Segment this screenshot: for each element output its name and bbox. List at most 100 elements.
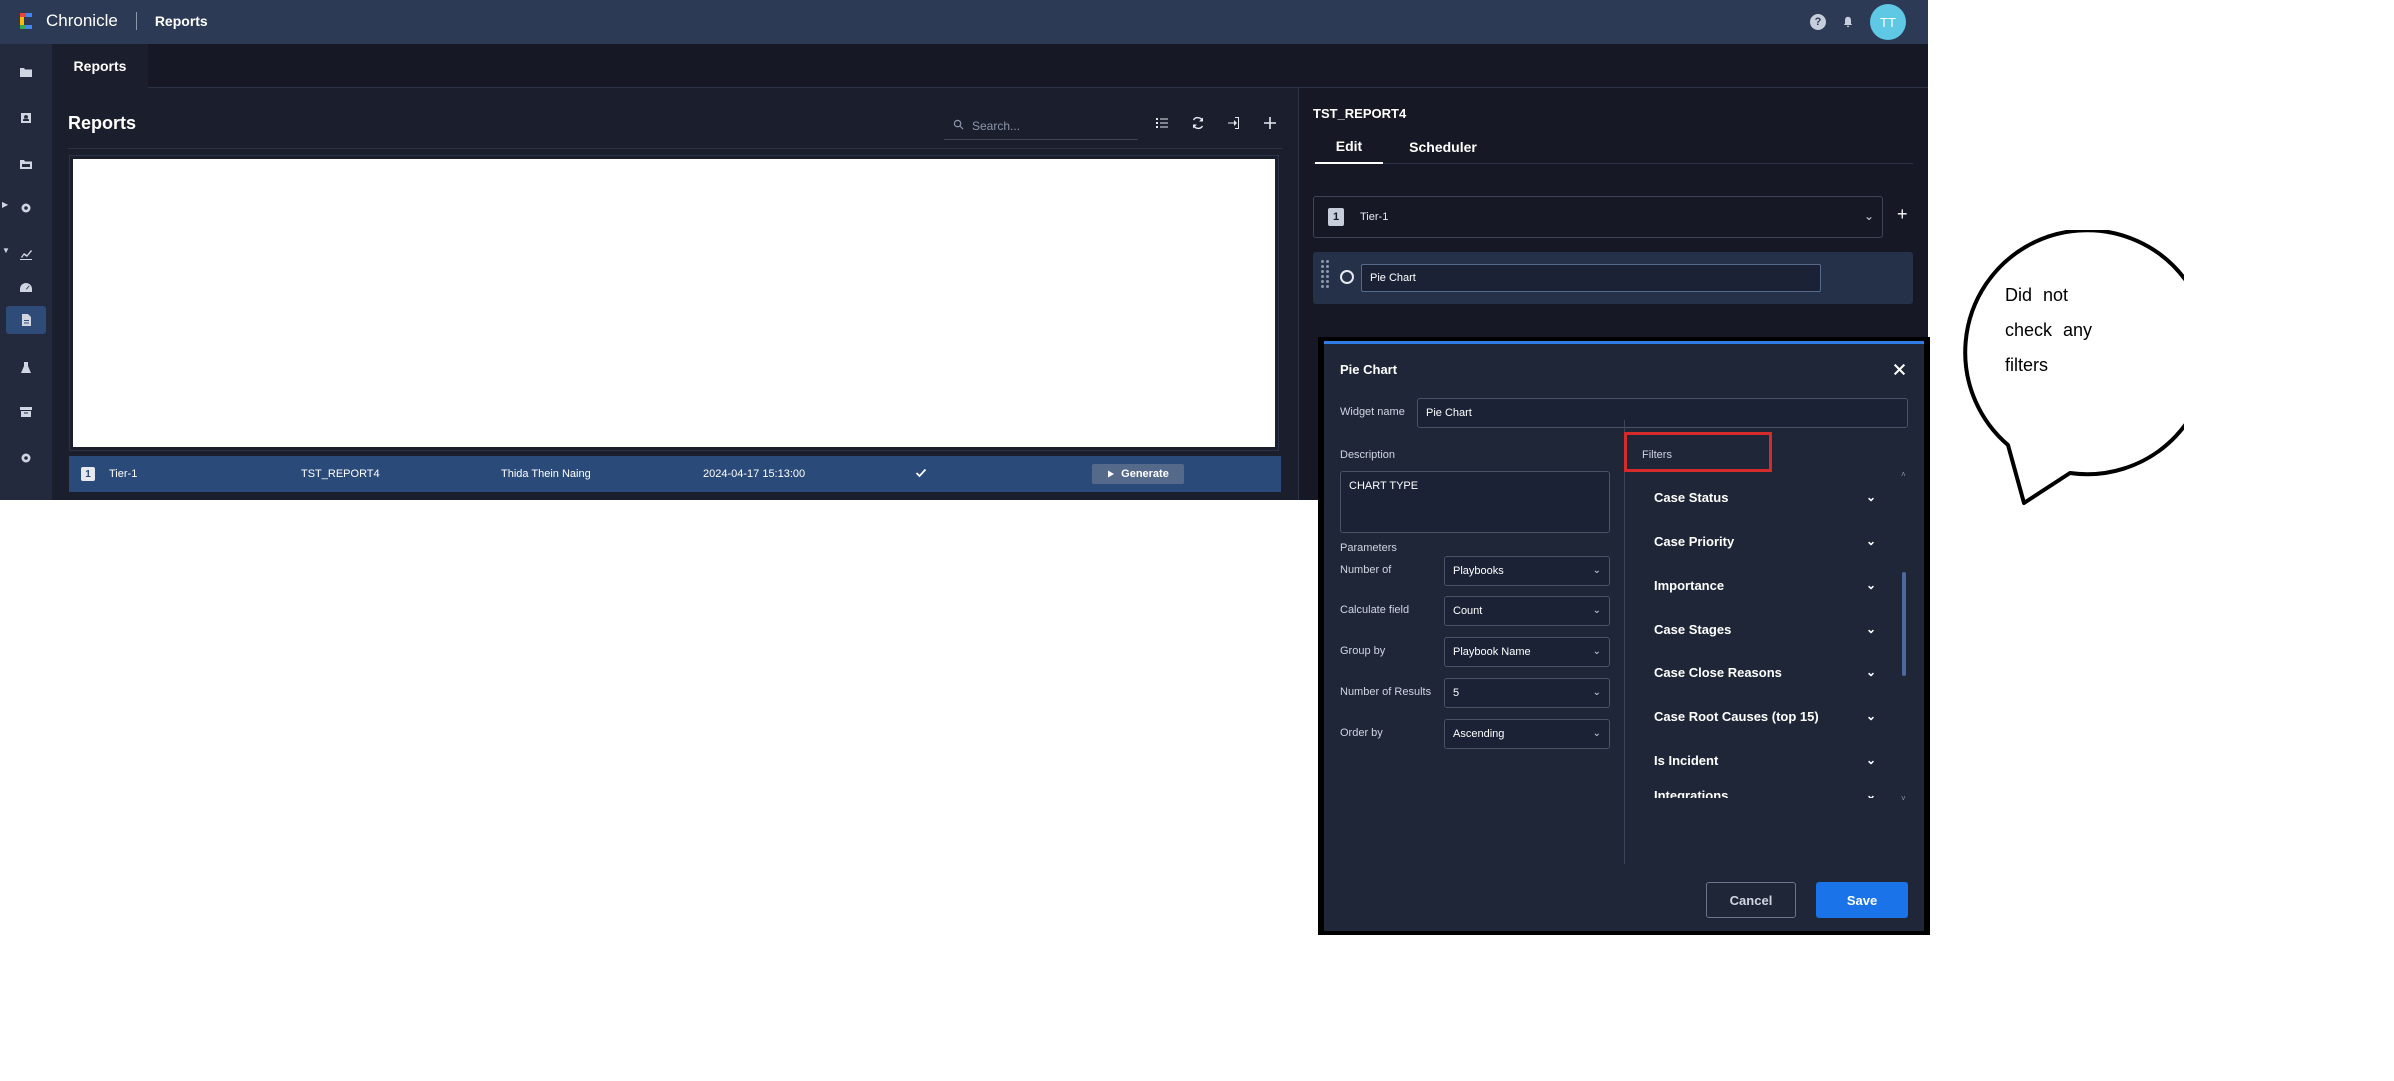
row-date: 2024-04-17 15:13:00 xyxy=(703,468,806,480)
row-tier: Tier-1 xyxy=(109,468,138,480)
widget-row[interactable]: Pie Chart xyxy=(1313,252,1913,304)
chevron-down-icon: ⌄ xyxy=(1866,665,1877,679)
calculate-field-select[interactable]: Count ⌄ xyxy=(1444,596,1610,626)
report-preview-area xyxy=(69,155,1279,451)
generate-button[interactable]: Generate xyxy=(1092,464,1184,484)
tier-dropdown[interactable]: 1 Tier-1 ⌄ xyxy=(1313,196,1883,238)
close-icon[interactable] xyxy=(1893,360,1906,381)
topbar-actions: ? TT xyxy=(1810,4,1906,40)
settings-icon[interactable] xyxy=(6,444,46,472)
modal-title: Pie Chart xyxy=(1340,362,1398,377)
description-textarea[interactable]: CHART TYPE xyxy=(1340,471,1610,533)
chevron-down-icon: ⌄ xyxy=(1866,534,1877,548)
tier-label: Tier-1 xyxy=(1360,211,1389,223)
save-button[interactable]: Save xyxy=(1816,882,1908,918)
filter-label: Integrations xyxy=(1654,788,1729,798)
search-box xyxy=(944,112,1138,140)
tab-edit[interactable]: Edit xyxy=(1315,130,1383,164)
chevron-down-icon: ⌄ xyxy=(1592,687,1601,698)
folder-icon[interactable] xyxy=(6,58,46,86)
row-report-name: TST_REPORT4 xyxy=(301,468,380,480)
param-label: Group by xyxy=(1340,645,1386,657)
drag-handle-icon[interactable] xyxy=(1321,260,1329,296)
reports-title: Reports xyxy=(68,113,137,133)
widget-name-input[interactable]: Pie Chart xyxy=(1417,398,1908,428)
filter-case-stages[interactable]: Case Stages ⌄ xyxy=(1654,619,1894,639)
add-report-icon[interactable] xyxy=(1260,112,1280,134)
divider xyxy=(68,148,1282,149)
brand-separator xyxy=(135,12,137,30)
filter-importance[interactable]: Importance ⌄ xyxy=(1654,575,1894,595)
import-icon[interactable] xyxy=(1224,112,1244,134)
chevron-down-icon: ⌄ xyxy=(1866,753,1877,767)
chevron-down-icon: ⌄ xyxy=(1592,646,1601,657)
filter-case-root-causes[interactable]: Case Root Causes (top 15) ⌄ xyxy=(1654,706,1894,726)
select-value: Playbook Name xyxy=(1453,646,1531,658)
notifications-bell-icon[interactable] xyxy=(1840,14,1856,30)
annotation-text: Did not check any filters xyxy=(2005,278,2145,383)
list-view-icon[interactable] xyxy=(1152,112,1172,134)
filter-case-priority[interactable]: Case Priority ⌄ xyxy=(1654,531,1894,551)
add-tier-icon[interactable]: + xyxy=(1897,204,1908,225)
brand-name: Chronicle xyxy=(46,11,118,30)
chevron-down-icon: ⌄ xyxy=(1592,728,1601,739)
report-row[interactable]: 1 Tier-1 TST_REPORT4 Thida Thein Naing 2… xyxy=(69,456,1281,492)
filter-integrations[interactable]: Integrations ⌄ xyxy=(1654,788,1894,798)
filters-scrollbar[interactable] xyxy=(1902,572,1906,676)
id-badge-icon[interactable] xyxy=(6,104,46,132)
filter-label: Case Status xyxy=(1654,489,1729,505)
select-value: Playbooks xyxy=(1453,565,1504,577)
filter-label: Case Close Reasons xyxy=(1654,664,1782,680)
checkmark-icon xyxy=(915,467,927,482)
scroll-up-icon[interactable]: ˄ xyxy=(1901,470,1906,479)
row-tier-badge: 1 xyxy=(81,467,95,481)
play-icon xyxy=(1108,470,1115,478)
help-icon[interactable]: ? xyxy=(1810,14,1826,30)
group-by-select[interactable]: Playbook Name ⌄ xyxy=(1444,637,1610,667)
tab-reports[interactable]: Reports xyxy=(52,44,148,88)
filter-label: Importance xyxy=(1654,577,1725,593)
report-icon[interactable] xyxy=(6,306,46,334)
param-label: Calculate field xyxy=(1340,604,1410,616)
widget-name-field[interactable]: Pie Chart xyxy=(1361,264,1821,292)
top-bar: Chronicle Reports ? TT xyxy=(0,0,1928,44)
tab-scheduler[interactable]: Scheduler xyxy=(1393,130,1493,164)
number-of-results-select[interactable]: 5 ⌄ xyxy=(1444,678,1610,708)
chevron-down-icon: ⌄ xyxy=(1592,605,1601,616)
param-label: Number of Results xyxy=(1340,686,1432,698)
chevron-down-icon: ⌄ xyxy=(1866,578,1877,592)
folder-open-icon[interactable] xyxy=(6,150,46,178)
editor-report-title: TST_REPORT4 xyxy=(1313,106,1407,121)
search-input[interactable] xyxy=(972,118,1122,133)
chronicle-logo-icon xyxy=(20,13,32,29)
filter-label: Case Root Causes (top 15) xyxy=(1654,708,1819,724)
dashboard-icon[interactable] xyxy=(6,274,46,302)
flask-icon[interactable] xyxy=(6,354,46,382)
param-label: Number of xyxy=(1340,564,1392,576)
chart-line-icon[interactable] xyxy=(6,240,46,268)
description-label: Description xyxy=(1340,449,1396,461)
gear-icon[interactable] xyxy=(6,194,46,222)
refresh-icon[interactable] xyxy=(1188,112,1208,134)
search-icon xyxy=(944,119,972,133)
brand[interactable]: Chronicle Reports xyxy=(16,11,208,31)
cancel-button[interactable]: Cancel xyxy=(1706,882,1796,918)
sub-header: Reports xyxy=(52,44,1928,88)
widget-name-label: Widget name xyxy=(1340,406,1405,418)
filters-divider xyxy=(1624,420,1625,864)
scroll-down-icon[interactable]: ˅ xyxy=(1901,794,1906,803)
chevron-down-icon: ⌄ xyxy=(1592,565,1601,576)
chevron-down-icon: ⌄ xyxy=(1866,622,1877,636)
user-avatar[interactable]: TT xyxy=(1870,4,1906,40)
archive-icon[interactable] xyxy=(6,398,46,426)
chevron-down-icon: ⌄ xyxy=(1866,788,1877,798)
filter-case-status[interactable]: Case Status ⌄ xyxy=(1654,487,1894,507)
chevron-down-icon: ⌄ xyxy=(1863,209,1874,223)
select-value: Count xyxy=(1453,605,1483,617)
chevron-down-icon: ⌄ xyxy=(1866,709,1877,723)
filter-case-close-reasons[interactable]: Case Close Reasons ⌄ xyxy=(1654,662,1894,682)
filter-is-incident[interactable]: Is Incident ⌄ xyxy=(1654,750,1894,770)
select-value: 5 xyxy=(1453,687,1460,699)
number-of-select[interactable]: Playbooks ⌄ xyxy=(1444,556,1610,586)
order-by-select[interactable]: Ascending ⌄ xyxy=(1444,719,1610,749)
